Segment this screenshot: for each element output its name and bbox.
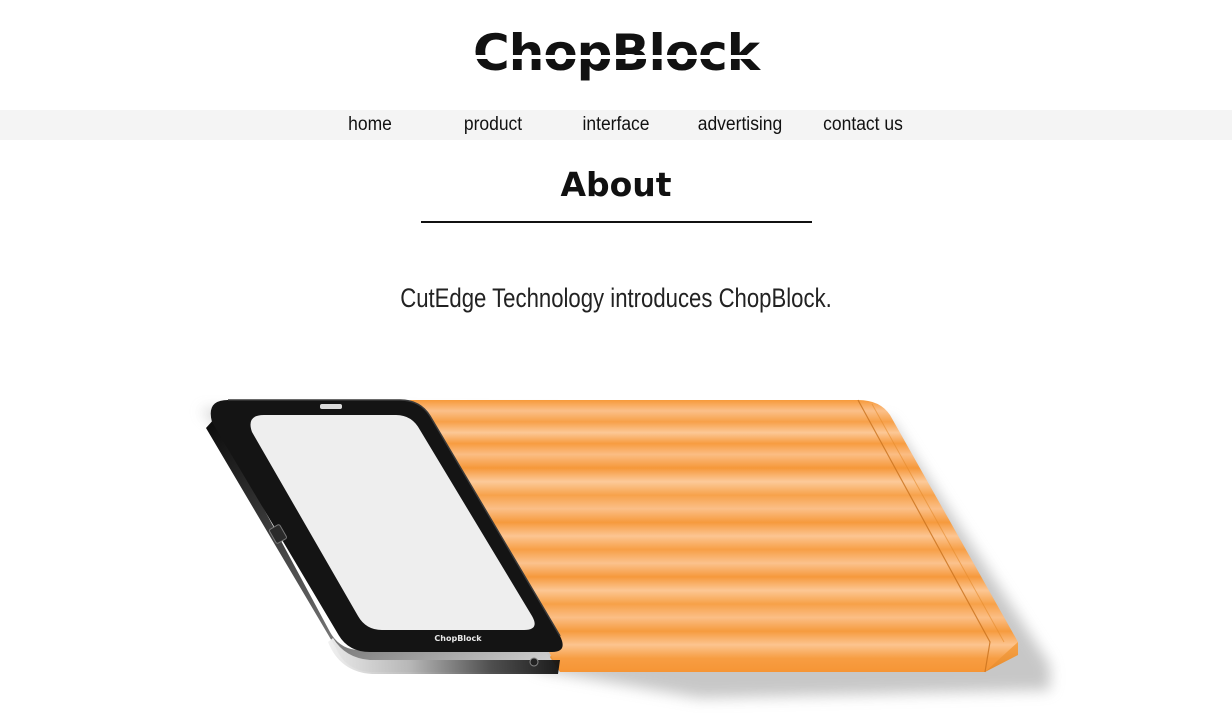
- logo[interactable]: ChopBlock: [469, 28, 763, 78]
- frame-top-logo: [320, 404, 342, 409]
- page-title: About: [560, 165, 672, 204]
- title-divider: [421, 221, 812, 223]
- nav-item-product[interactable]: product: [445, 110, 541, 140]
- nav-item-home[interactable]: home: [322, 110, 418, 140]
- nav-item-interface[interactable]: interface: [568, 110, 664, 140]
- nav-item-contact-us[interactable]: contact us: [815, 110, 911, 140]
- product-image: ChopBlock: [0, 380, 1232, 714]
- intro-text: CutEdge Technology introduces ChopBlock.: [400, 283, 832, 313]
- device-brand-label: ChopBlock: [434, 634, 482, 643]
- logo-cut-line: [469, 55, 763, 59]
- logo-text: ChopBlock: [473, 24, 760, 82]
- nav-item-advertising[interactable]: advertising: [692, 110, 788, 140]
- chopblock-device-illustration: ChopBlock: [200, 399, 1050, 698]
- header: ChopBlock: [0, 0, 1232, 110]
- device-port: [529, 657, 539, 667]
- main-nav: home product interface advertising conta…: [0, 110, 1232, 140]
